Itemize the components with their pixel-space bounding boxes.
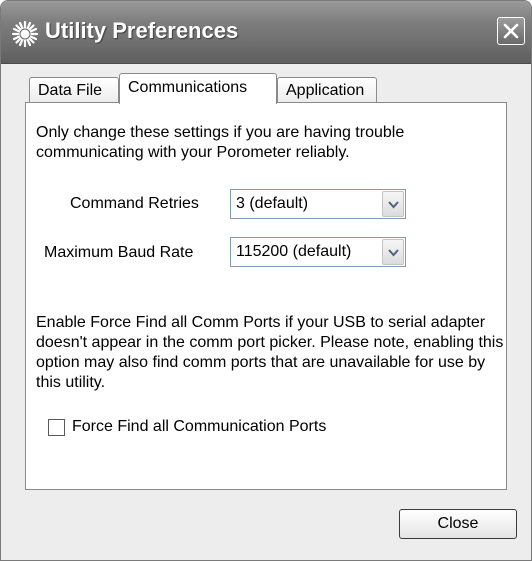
max-baud-rate-value: 115200 (default) [236, 243, 352, 260]
chevron-down-icon [388, 201, 399, 209]
max-baud-rate-label: Maximum Baud Rate [44, 244, 194, 261]
command-retries-dropdown-button[interactable] [382, 191, 404, 217]
force-find-checkbox-label[interactable]: Force Find all Communication Ports [72, 418, 326, 436]
chevron-down-icon [388, 249, 399, 257]
force-find-checkbox[interactable] [48, 419, 65, 436]
tab-application[interactable]: Application [277, 77, 377, 103]
close-window-button[interactable] [497, 17, 525, 45]
close-button[interactable]: Close [399, 509, 517, 539]
window-title: Utility Preferences [45, 18, 239, 43]
max-baud-rate-select[interactable]: 115200 (default) [230, 237, 406, 267]
communications-panel: Only change these settings if you are ha… [25, 102, 507, 490]
tab-data-file[interactable]: Data File [29, 77, 119, 103]
command-retries-label: Command Retries [70, 195, 199, 212]
gear-icon [11, 20, 39, 48]
preferences-window: Utility Preferences Data File Communicat… [0, 0, 532, 561]
force-find-note: Enable Force Find all Comm Ports if your… [36, 314, 504, 391]
title-bar[interactable]: Utility Preferences [1, 1, 531, 64]
intro-text: Only change these settings if you are ha… [36, 124, 405, 161]
command-retries-select[interactable]: 3 (default) [230, 189, 406, 219]
max-baud-rate-dropdown-button[interactable] [382, 239, 404, 265]
close-icon [503, 23, 519, 39]
command-retries-value: 3 (default) [236, 195, 309, 212]
tab-communications[interactable]: Communications [119, 73, 277, 104]
